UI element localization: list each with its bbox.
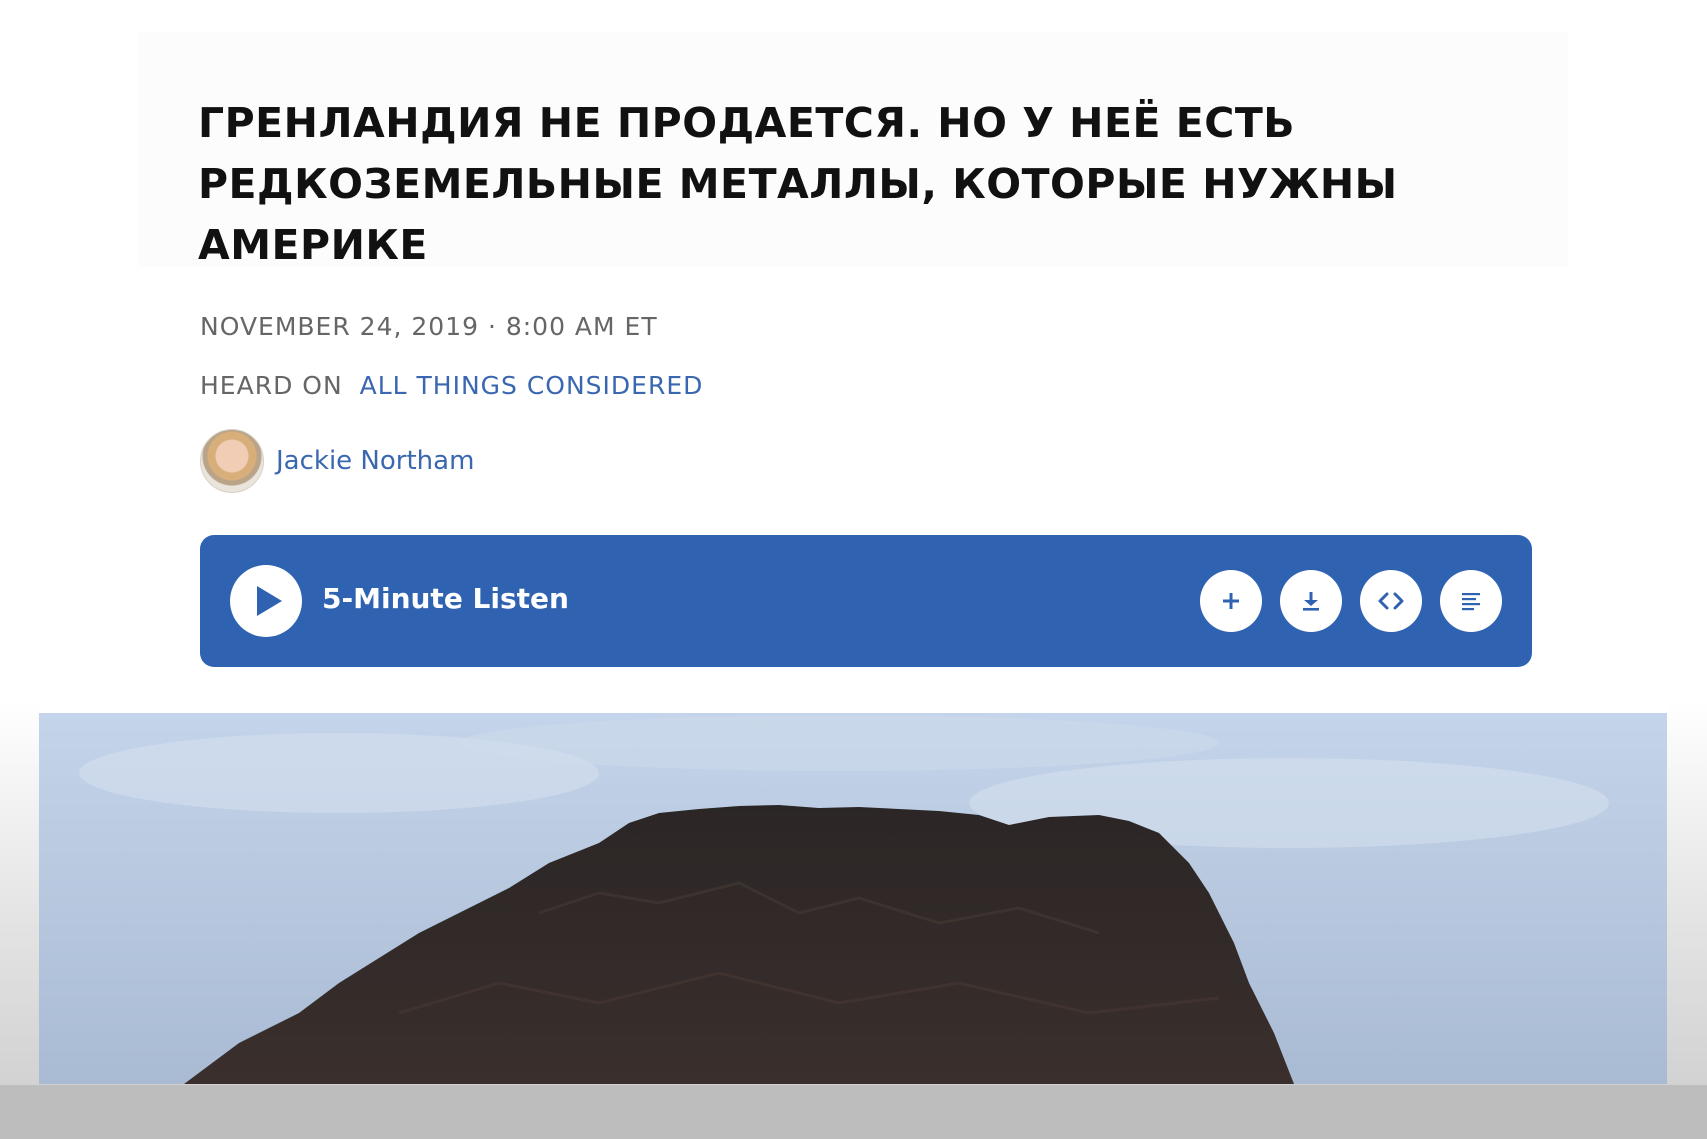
player-duration-label: 5-Minute Listen — [322, 582, 569, 615]
screen: Гренландия не продается. Но у неё есть р… — [0, 0, 1707, 1139]
audio-player: 5-Minute Listen — [200, 535, 1532, 667]
transcript-button[interactable] — [1440, 570, 1502, 632]
add-to-playlist-button[interactable] — [1200, 570, 1262, 632]
mountain-photo — [39, 713, 1667, 1084]
byline: Jackie Northam — [200, 428, 474, 494]
play-button[interactable] — [230, 565, 302, 637]
heard-on-line: HEARD ON ALL THINGS CONSIDERED — [200, 371, 703, 400]
article-dateline: NOVEMBER 24, 2019 · 8:00 AM ET — [200, 312, 658, 341]
play-icon — [257, 586, 282, 616]
heard-on-label: HEARD ON — [200, 371, 343, 400]
author-avatar[interactable] — [200, 429, 264, 493]
player-actions — [1200, 570, 1502, 632]
embed-button[interactable] — [1360, 570, 1422, 632]
author-link[interactable]: Jackie Northam — [276, 446, 474, 476]
hero-image — [39, 713, 1667, 1084]
bottom-bar — [0, 1085, 1707, 1139]
program-link[interactable]: ALL THINGS CONSIDERED — [360, 371, 704, 400]
transcript-icon — [1462, 593, 1480, 611]
article-headline: Гренландия не продается. Но у неё есть р… — [198, 99, 1398, 269]
download-button[interactable] — [1280, 570, 1342, 632]
embed-icon — [1378, 592, 1404, 610]
download-icon — [1303, 592, 1319, 611]
add-icon — [1223, 593, 1239, 609]
